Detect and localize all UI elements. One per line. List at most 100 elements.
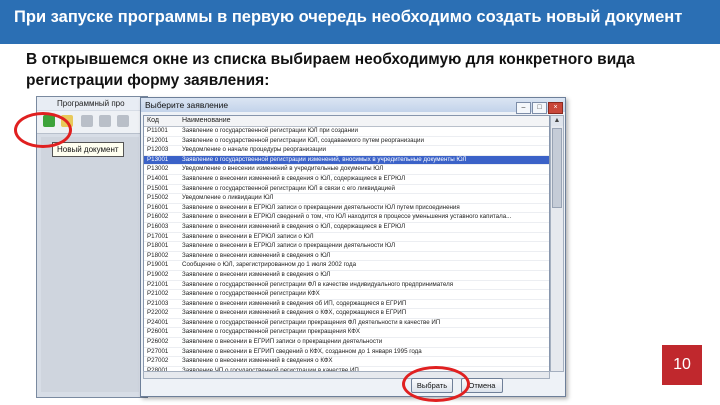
dialog-title-bar: Выберите заявление – □ × — [141, 98, 565, 114]
row-code: Р21003 — [147, 299, 169, 307]
highlight-circle-toolbar — [14, 112, 72, 148]
row-name: Уведомление о начале процедуры реорганиз… — [182, 146, 327, 154]
row-name: Заявление о государственной регистрации … — [182, 184, 396, 192]
row-code: Р18002 — [147, 251, 169, 259]
row-name: Заявление о внесении изменений в сведени… — [182, 270, 331, 278]
highlight-circle-button — [402, 366, 470, 402]
row-code: Р12003 — [147, 146, 169, 154]
row-code: Р16002 — [147, 213, 169, 221]
main-window-title: Программный про — [37, 97, 147, 110]
table-row[interactable]: Р27002 Заявление о внесении изменений в с… — [144, 357, 549, 367]
row-name: Заявление о внесении изменений в сведени… — [182, 309, 407, 317]
page-number: 10 — [662, 345, 702, 385]
row-code: Р16001 — [147, 203, 169, 211]
slide-header: При запуске программы в первую очередь н… — [0, 0, 720, 44]
row-name: Заявление о государственной регистрации … — [182, 136, 424, 144]
table-row[interactable]: Р11001 Заявление о государственной регист… — [144, 127, 549, 137]
row-name: Заявление о внесении в ЕГРИП сведений о … — [182, 347, 422, 355]
row-code: Р24001 — [147, 318, 169, 326]
row-code: Р19002 — [147, 270, 169, 278]
table-header: Код Наименование — [144, 116, 549, 127]
close-icon[interactable]: × — [548, 102, 563, 114]
arrow-icon[interactable] — [117, 115, 129, 127]
select-form-dialog: Выберите заявление – □ × Код Наименование … — [140, 97, 566, 397]
row-name: Заявление о внесении в ЕГРЮЛ записи о пр… — [182, 203, 460, 211]
row-code: Р22002 — [147, 309, 169, 317]
dialog-title: Выберите заявление — [145, 100, 229, 110]
row-name: Заявление о внесении в ЕГРЮЛ записи о ЮЛ — [182, 232, 314, 240]
table-row[interactable]: Р19002 Заявление о внесении изменений в с… — [144, 271, 549, 281]
minimize-icon[interactable]: – — [516, 102, 531, 114]
row-code: Р18001 — [147, 242, 169, 250]
row-name: Заявление о государственной регистрации … — [182, 127, 358, 134]
row-name: Заявление о внесении изменений в сведени… — [182, 299, 407, 307]
row-name: Заявление о внесении изменений в сведени… — [182, 174, 406, 182]
table-row[interactable]: Р17001 Заявление о внесении в ЕГРЮЛ запис… — [144, 233, 549, 243]
maximize-icon[interactable]: □ — [532, 102, 547, 114]
vertical-scrollbar[interactable]: ▲ — [550, 115, 564, 372]
table-row[interactable]: Р15002 Уведомление о ликвидации ЮЛ — [144, 194, 549, 204]
table-row[interactable]: Р26001 Заявление о государственной регист… — [144, 328, 549, 339]
row-name: Уведомление о внесении изменений в учред… — [182, 165, 384, 173]
column-header-code[interactable]: Код — [147, 116, 159, 126]
row-code: Р21001 — [147, 280, 169, 288]
table-row[interactable]: Р16003 Заявление о внесении изменений в с… — [144, 223, 549, 233]
row-code: Р27002 — [147, 357, 169, 365]
row-name: Заявление о государственной регистрации … — [182, 290, 320, 298]
row-code: Р13001 — [147, 155, 169, 163]
row-code: Р13002 — [147, 165, 169, 173]
row-name: Сообщение о ЮЛ, зарегистрированном до 1 … — [182, 261, 357, 269]
row-code: Р12001 — [147, 136, 169, 144]
row-code: Р26001 — [147, 328, 169, 336]
document-icon[interactable] — [99, 115, 111, 127]
table-row[interactable]: Р22002 Заявление о внесении изменений в с… — [144, 309, 549, 319]
row-code: Р14001 — [147, 174, 169, 182]
slide-title: При запуске программы в первую очередь н… — [14, 8, 683, 26]
table-row[interactable]: Р16002 Заявление о внесении в ЕГРЮЛ сведе… — [144, 213, 549, 223]
row-code: Р15001 — [147, 184, 169, 192]
row-name: Заявление о государственной регистрации … — [182, 155, 467, 163]
row-code: Р11001 — [147, 127, 168, 134]
table-body: Р11001 Заявление о государственной регист… — [144, 127, 549, 371]
row-name: Заявление о внесении в ЕГРЮЛ записи о пр… — [182, 242, 396, 250]
table-row[interactable]: Р21002 Заявление о государственной регист… — [144, 290, 549, 300]
scroll-thumb[interactable] — [552, 128, 562, 208]
row-name: Заявление о внесении в ЕГРИП записи о пр… — [182, 338, 383, 346]
table-row[interactable]: Р21001 Заявление о государственной регист… — [144, 281, 549, 291]
main-window-panel — [41, 137, 139, 392]
table-row[interactable]: Р18001 Заявление о внесении в ЕГРЮЛ запис… — [144, 242, 549, 252]
row-name: Заявление о внесении в ЕГРЮЛ сведений о … — [182, 213, 512, 221]
table-row[interactable]: Р12003 Уведомление о начале процедуры рео… — [144, 146, 549, 156]
table-row[interactable]: Р26002 Заявление о внесении в ЕГРИП запис… — [144, 338, 549, 348]
row-name: Заявление о государственной регистрации … — [182, 318, 441, 326]
row-name: Заявление о внесении изменений в сведени… — [182, 357, 333, 365]
table-row[interactable]: Р13001 Заявление о государственной регист… — [144, 155, 549, 166]
table-row[interactable]: Р21003 Заявление о внесении изменений в с… — [144, 300, 549, 310]
table-row[interactable]: Р18002 Заявление о внесении изменений в с… — [144, 252, 549, 262]
row-name: Заявление о государственной регистрации … — [182, 328, 361, 336]
table-row[interactable]: Р14001 Заявление о внесении изменений в с… — [144, 175, 549, 185]
table-row[interactable]: Р12001 Заявление о государственной регист… — [144, 137, 549, 147]
row-code: Р17001 — [147, 232, 169, 240]
table-row[interactable]: Р16001 Заявление о внесении в ЕГРЮЛ запис… — [144, 204, 549, 214]
row-code: Р27001 — [147, 347, 169, 355]
document-icon[interactable] — [81, 115, 93, 127]
table-row[interactable]: Р13002 Уведомление о внесении изменений в… — [144, 165, 549, 175]
row-name: Уведомление о ликвидации ЮЛ — [182, 194, 274, 202]
scroll-up-icon[interactable]: ▲ — [551, 116, 563, 126]
row-code: Р26002 — [147, 338, 169, 346]
slide-subtitle: В открывшемся окне из списка выбираем не… — [26, 51, 635, 89]
row-name: Заявление о внесении изменений в сведени… — [182, 222, 406, 230]
column-header-name[interactable]: Наименование — [182, 116, 231, 126]
forms-table: Код Наименование Р11001 Заявление о госуд… — [143, 115, 550, 372]
table-row[interactable]: Р24001 Заявление о государственной регист… — [144, 319, 549, 329]
row-name: Заявление о государственной регистрации … — [182, 280, 454, 288]
table-row[interactable]: Р15001 Заявление о государственной регист… — [144, 185, 549, 195]
table-row[interactable]: Р19001 Сообщение о ЮЛ, зарегистрированном… — [144, 261, 549, 271]
row-code: Р16003 — [147, 222, 169, 230]
row-code: Р15002 — [147, 194, 169, 202]
row-code: Р19001 — [147, 261, 169, 269]
table-row[interactable]: Р27001 Заявление о внесении в ЕГРИП сведе… — [144, 348, 549, 358]
tooltip: Новый документ — [52, 142, 124, 157]
row-name: Заявление о внесении изменений в сведени… — [182, 251, 331, 259]
